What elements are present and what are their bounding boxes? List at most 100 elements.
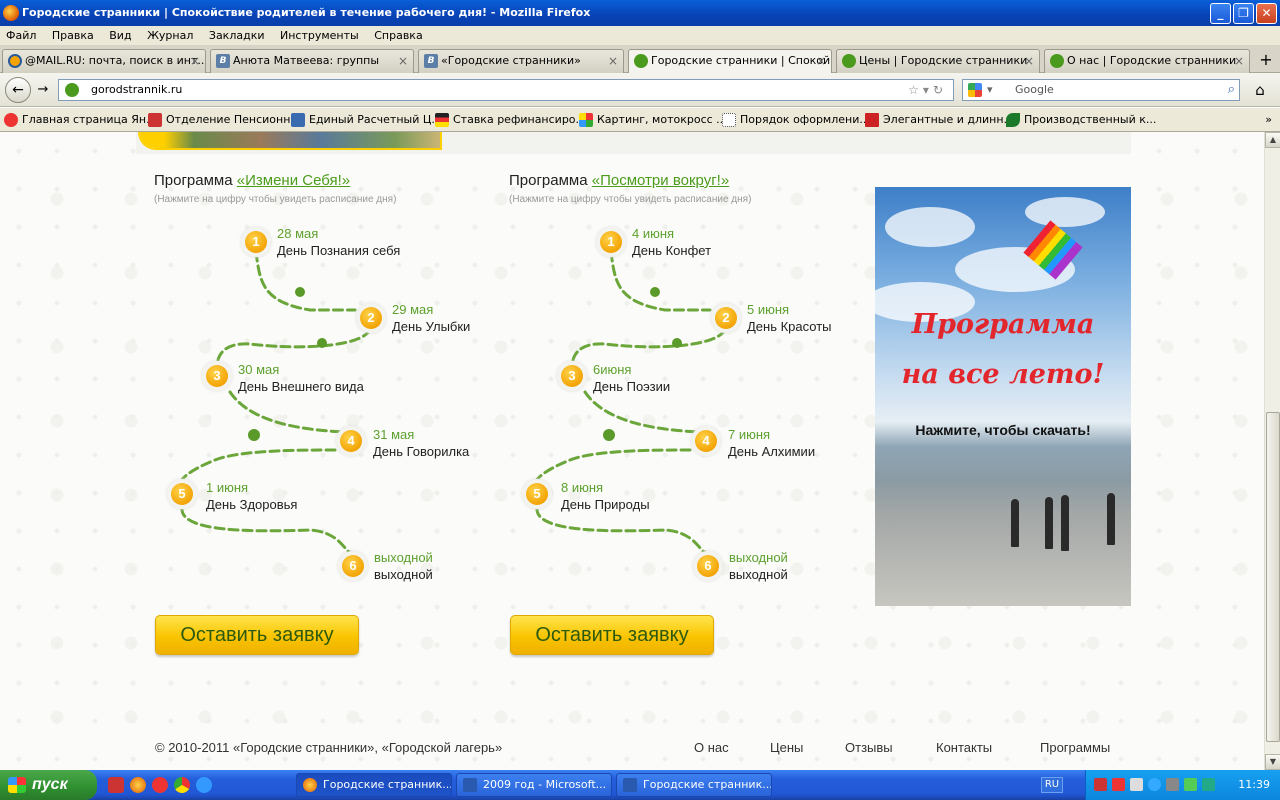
day-1-number-button[interactable]: 1 [241, 227, 271, 257]
window-title-bar[interactable]: Городские странники | Спокойствие родите… [0, 0, 1280, 26]
quicklaunch-opera-icon[interactable] [152, 777, 168, 793]
quicklaunch-mail-icon[interactable] [108, 777, 124, 793]
taskbar-word-window-2[interactable]: Городские странник... [616, 773, 772, 797]
bookmark-label: Ставка рефинансиро... [453, 113, 587, 126]
menu-bookmarks[interactable]: Закладки [203, 26, 271, 46]
footer-link-about[interactable]: О нас [694, 740, 729, 755]
summer-program-download-banner[interactable] [875, 187, 1131, 606]
task-label: Городские странник... [323, 778, 452, 791]
program-2-title: Программа «Посмотри вокруг!» [509, 172, 729, 189]
tab-vk-groups[interactable]: B Анюта Матвеева: группы × [210, 49, 414, 73]
frog-figure-icon [650, 287, 660, 297]
quicklaunch-ie-icon[interactable] [196, 777, 212, 793]
program-1-link[interactable]: «Измени Себя!» [237, 172, 350, 189]
bookmark-star-icon[interactable]: ☆▾↻ [908, 80, 947, 100]
tray-network-icon[interactable] [1166, 778, 1179, 791]
start-button[interactable]: пуск [0, 770, 97, 800]
day-4-number-button[interactable]: 4 [691, 426, 721, 456]
close-button[interactable]: ✕ [1256, 3, 1277, 24]
quicklaunch-chrome-icon[interactable] [174, 777, 190, 793]
forward-button[interactable]: → [32, 81, 54, 99]
tab-mailru[interactable]: @MAIL.RU: почта, поиск в инт... × [2, 49, 206, 73]
bookmark-item[interactable]: Производственный к... [1004, 108, 1157, 131]
day-2-number-button[interactable]: 2 [356, 303, 386, 333]
tab-close-icon[interactable]: × [190, 50, 200, 72]
day-1-number-button[interactable]: 1 [596, 227, 626, 257]
day-5-number-button[interactable]: 5 [167, 479, 197, 509]
tab-close-icon[interactable]: × [398, 50, 408, 72]
scroll-up-button[interactable]: ▲ [1265, 132, 1280, 148]
menu-help[interactable]: Справка [368, 26, 428, 46]
menu-tools[interactable]: Инструменты [274, 26, 365, 46]
search-engine-dropdown-icon[interactable]: ▾ [987, 80, 993, 100]
day-date: 29 мая [392, 302, 434, 317]
tab-vk-strannik[interactable]: B «Городские странники» × [418, 49, 624, 73]
bookmark-item[interactable]: Единый Расчетный Ц... [289, 108, 442, 131]
bookmark-item[interactable]: Отделение Пенсионн... [146, 108, 301, 131]
day-name: День Внешнего вида [238, 379, 364, 394]
day-number: 5 [526, 483, 548, 505]
tab-close-icon[interactable]: × [1024, 50, 1034, 72]
menu-view[interactable]: Вид [103, 26, 137, 46]
day-4-number-button[interactable]: 4 [336, 426, 366, 456]
apply-button-program-2[interactable]: Оставить заявку [510, 615, 714, 655]
tab-prices[interactable]: Цены | Городские странники × [836, 49, 1040, 73]
scrollbar-thumb[interactable] [1266, 412, 1280, 742]
language-indicator[interactable]: RU [1041, 777, 1063, 793]
promo-download-text: Нажмите, чтобы скачать! [915, 422, 1091, 438]
tab-close-icon[interactable]: × [816, 50, 826, 72]
minimize-button[interactable]: _ [1210, 3, 1231, 24]
tray-volume-icon[interactable] [1130, 778, 1143, 791]
day-6-number-button[interactable]: 6 [338, 551, 368, 581]
taskbar-word-window-1[interactable]: 2009 год - Microsoft... [456, 773, 612, 797]
maximize-button[interactable]: ❐ [1233, 3, 1254, 24]
tray-skype-icon[interactable] [1148, 778, 1161, 791]
tab-home-active[interactable]: Городские странники | Спокой... × [628, 49, 832, 74]
bookmark-label: Производственный к... [1024, 113, 1157, 126]
tray-app-icon[interactable] [1112, 778, 1125, 791]
search-icon[interactable]: ⌕ [1228, 80, 1235, 100]
bookmarks-overflow-icon[interactable]: » [1265, 108, 1272, 131]
tray-antivirus-icon[interactable] [1094, 778, 1107, 791]
bookmark-item[interactable]: Картинг, мотокросс ... [577, 108, 727, 131]
footer-link-contacts[interactable]: Контакты [936, 740, 992, 755]
vertical-scrollbar[interactable]: ▲ ▼ [1264, 132, 1280, 770]
menu-history[interactable]: Журнал [141, 26, 199, 46]
bookmark-item[interactable]: Порядок оформлени... [720, 108, 870, 131]
day-3-number-button[interactable]: 3 [557, 361, 587, 391]
day-3-number-button[interactable]: 3 [202, 361, 232, 391]
footer-link-programs[interactable]: Программы [1040, 740, 1110, 755]
day-6-number-button[interactable]: 6 [693, 551, 723, 581]
back-button[interactable]: ← [5, 77, 31, 103]
day-5-number-button[interactable]: 5 [522, 479, 552, 509]
menu-edit[interactable]: Правка [46, 26, 100, 46]
bookmark-item[interactable]: Ставка рефинансиро... [433, 108, 587, 131]
bookmark-item[interactable]: Главная страница Ян... [2, 108, 157, 131]
day-date: выходной [374, 550, 433, 565]
scroll-down-button[interactable]: ▼ [1265, 754, 1280, 770]
url-bar[interactable]: gorodstrannik.ru ☆▾↻ [58, 79, 954, 101]
tray-safe-remove-icon[interactable] [1184, 778, 1197, 791]
program-2-link[interactable]: «Посмотри вокруг!» [592, 172, 729, 189]
menu-file[interactable]: Файл [0, 26, 42, 46]
clock: 11:39 [1238, 778, 1270, 791]
footer-link-prices[interactable]: Цены [770, 740, 803, 755]
bookmark-item[interactable]: Элегантные и длинн... [863, 108, 1014, 131]
tab-close-icon[interactable]: × [1234, 50, 1244, 72]
quicklaunch-firefox-icon[interactable] [130, 777, 146, 793]
day-name: День Здоровья [206, 497, 298, 512]
search-input[interactable]: ▾ Google ⌕ [962, 79, 1240, 101]
tab-about[interactable]: О нас | Городские странники × [1044, 49, 1250, 73]
tab-label: @MAIL.RU: почта, поиск в инт... [25, 54, 206, 67]
tray-update-icon[interactable] [1202, 778, 1215, 791]
cloud [885, 207, 975, 247]
footer-link-reviews[interactable]: Отзывы [845, 740, 893, 755]
day-date: 31 мая [373, 427, 415, 442]
day-2-number-button[interactable]: 2 [711, 303, 741, 333]
home-icon[interactable]: ⌂ [1248, 80, 1272, 100]
promo-title-line-1: Программа [911, 309, 1095, 340]
new-tab-icon[interactable]: + [1256, 50, 1276, 70]
taskbar-firefox-window[interactable]: Городские странник... [296, 773, 452, 797]
apply-button-program-1[interactable]: Оставить заявку [155, 615, 359, 655]
tab-close-icon[interactable]: × [608, 50, 618, 72]
